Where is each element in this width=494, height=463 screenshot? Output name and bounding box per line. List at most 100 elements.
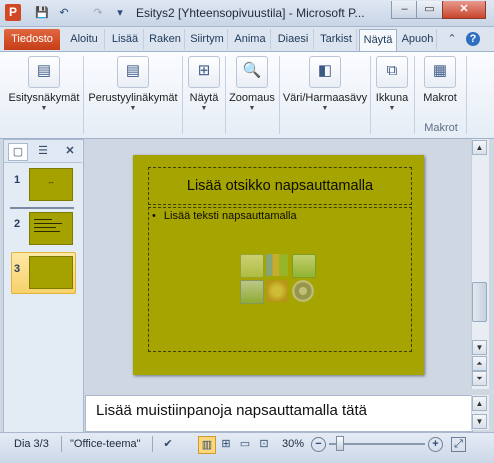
thumbnail-number: 1 bbox=[14, 174, 21, 186]
redo-icon[interactable]: ↷ bbox=[90, 5, 106, 21]
maximize-button[interactable]: ▭ bbox=[416, 1, 443, 19]
dropdown-arrow-icon: ▼ bbox=[321, 105, 329, 112]
dropdown-arrow-icon: ▼ bbox=[388, 105, 396, 112]
zoom-button[interactable]: 🔍 Zoomaus ▼ bbox=[226, 54, 278, 120]
tab-review[interactable]: Tarkist bbox=[316, 29, 357, 50]
notes-scroll-up-icon[interactable]: ▲ bbox=[472, 396, 487, 411]
next-slide-icon[interactable]: ⏷ bbox=[472, 371, 487, 386]
show-button[interactable]: ⊞ Näytä ▼ bbox=[184, 54, 224, 120]
window-button[interactable]: ⧉ Ikkuna ▼ bbox=[372, 54, 412, 120]
ribbon-group-label: Makrot bbox=[424, 122, 458, 134]
dropdown-arrow-icon: ▼ bbox=[200, 105, 208, 112]
tab-slideshow[interactable]: Diaesi bbox=[273, 29, 314, 50]
bullet-glyph: • bbox=[152, 210, 156, 222]
previous-slide-icon[interactable]: ⏶ bbox=[472, 356, 487, 371]
dropdown-arrow-icon: ▼ bbox=[40, 105, 48, 112]
ribbon-separator bbox=[466, 56, 467, 134]
slides-tab-icon[interactable]: ▢ bbox=[8, 143, 28, 161]
undo-icon[interactable]: ↶ bbox=[56, 5, 72, 21]
help-icon[interactable]: ? bbox=[466, 32, 480, 46]
minimize-ribbon-icon[interactable]: ⌃ bbox=[444, 31, 460, 47]
thumbnail-number: 2 bbox=[14, 218, 21, 230]
zoom-icon: 🔍 bbox=[236, 56, 268, 88]
color-grayscale-label: Väri/Harmaasävy bbox=[282, 92, 368, 104]
tab-addins[interactable]: Apuoh bbox=[399, 29, 437, 50]
scrollbar-thumb[interactable] bbox=[472, 282, 487, 322]
slide-sorter-icon[interactable]: ⊞ bbox=[218, 436, 234, 452]
tab-insert[interactable]: Lisää bbox=[107, 29, 144, 50]
save-icon[interactable]: 💾 bbox=[34, 5, 50, 21]
ribbon-separator bbox=[414, 56, 415, 134]
normal-view-icon[interactable]: ▥ bbox=[198, 436, 216, 454]
ribbon-separator bbox=[83, 56, 84, 134]
tab-file[interactable]: Tiedosto bbox=[4, 29, 60, 50]
zoom-level[interactable]: 30% bbox=[282, 438, 304, 450]
macros-label: Makrot bbox=[423, 92, 457, 104]
thumbnail-text-line bbox=[34, 231, 60, 232]
show-label: Näytä bbox=[189, 92, 219, 104]
color-grayscale-button[interactable]: ◧ Väri/Harmaasävy ▼ bbox=[281, 54, 369, 120]
fit-to-window-icon[interactable]: ⤢ bbox=[451, 437, 466, 452]
ribbon-separator bbox=[279, 56, 280, 134]
customize-quick-access-icon[interactable]: ▾ bbox=[112, 5, 128, 21]
window-icon: ⧉ bbox=[376, 56, 408, 88]
tab-design[interactable]: Raken bbox=[146, 29, 185, 50]
title-placeholder[interactable]: Lisää otsikko napsauttamalla bbox=[148, 167, 412, 205]
powerpoint-app-icon[interactable]: P bbox=[5, 4, 21, 21]
slide-thumbnail-1[interactable]: -- bbox=[29, 168, 73, 201]
slide-thumbnail-3[interactable] bbox=[29, 256, 73, 289]
slide-indicator: Dia 3/3 bbox=[14, 438, 49, 450]
insert-picture-icon[interactable] bbox=[240, 280, 264, 304]
insert-smartart-icon[interactable] bbox=[292, 254, 316, 278]
thumbnail-number: 3 bbox=[14, 263, 21, 275]
presentation-views-label: Esitysnäkymät bbox=[8, 92, 80, 104]
dropdown-arrow-icon: ▼ bbox=[129, 105, 137, 112]
thumbnail-divider bbox=[10, 207, 74, 209]
window-title: Esitys2 [Yhteensopivuustila] - Microsoft… bbox=[136, 6, 365, 20]
spelling-check-icon[interactable]: ✔ bbox=[160, 436, 176, 452]
outline-tab-icon[interactable]: ☰ bbox=[34, 143, 52, 159]
color-grayscale-icon: ◧ bbox=[309, 56, 341, 88]
zoom-slider-thumb[interactable] bbox=[335, 436, 344, 451]
macros-icon: ▦ bbox=[424, 56, 456, 88]
notes-scroll-down-icon[interactable]: ▼ bbox=[472, 414, 487, 429]
reading-view-icon[interactable]: ▭ bbox=[237, 436, 253, 452]
theme-name[interactable]: "Office-teema" bbox=[70, 438, 141, 450]
show-icon: ⊞ bbox=[188, 56, 220, 88]
slideshow-view-icon[interactable]: ⊡ bbox=[256, 436, 272, 452]
zoom-label: Zoomaus bbox=[229, 92, 275, 104]
insert-chart-icon[interactable] bbox=[266, 254, 288, 276]
insert-table-icon[interactable] bbox=[240, 254, 264, 278]
thumbnail-text-line bbox=[34, 219, 52, 220]
master-views-button[interactable]: ▤ Perustyylinäkymät ▼ bbox=[86, 54, 180, 120]
close-window-button[interactable]: ✕ bbox=[442, 1, 486, 19]
thumbnail-text-line bbox=[34, 223, 62, 224]
content-placeholder-text: • Lisää teksti napsauttamalla bbox=[152, 210, 297, 222]
window-label: Ikkuna bbox=[375, 92, 409, 104]
tab-view[interactable]: Näytä bbox=[359, 29, 397, 53]
slide-thumbnail-2[interactable] bbox=[29, 212, 73, 245]
tab-home[interactable]: Aloitu bbox=[64, 29, 105, 50]
tab-transitions[interactable]: Siirtym bbox=[187, 29, 228, 50]
master-views-icon: ▤ bbox=[117, 56, 149, 88]
ribbon-separator bbox=[182, 56, 183, 134]
thumbnail-text-line bbox=[34, 227, 56, 228]
notes-placeholder[interactable]: Lisää muistiinpanoja napsauttamalla tätä bbox=[96, 402, 367, 419]
presentation-views-button[interactable]: ▤ Esitysnäkymät ▼ bbox=[6, 54, 82, 120]
minimize-button[interactable]: – bbox=[391, 1, 418, 19]
insert-clipart-icon[interactable] bbox=[266, 280, 288, 302]
body-placeholder-label: Lisää teksti napsauttamalla bbox=[163, 210, 297, 222]
zoom-out-icon[interactable]: − bbox=[311, 437, 326, 452]
zoom-in-icon[interactable]: + bbox=[428, 437, 443, 452]
status-separator bbox=[152, 436, 153, 452]
presentation-views-icon: ▤ bbox=[28, 56, 60, 88]
insert-media-icon[interactable] bbox=[292, 280, 314, 302]
scroll-down-icon[interactable]: ▼ bbox=[472, 340, 487, 355]
master-views-label: Perustyylinäkymät bbox=[88, 92, 178, 104]
status-separator bbox=[61, 436, 62, 452]
ribbon-separator bbox=[370, 56, 371, 134]
close-panel-icon[interactable]: ✕ bbox=[61, 143, 79, 159]
scroll-up-icon[interactable]: ▲ bbox=[472, 140, 487, 155]
macros-button[interactable]: ▦ Makrot bbox=[417, 54, 463, 120]
tab-animations[interactable]: Anima bbox=[230, 29, 271, 50]
